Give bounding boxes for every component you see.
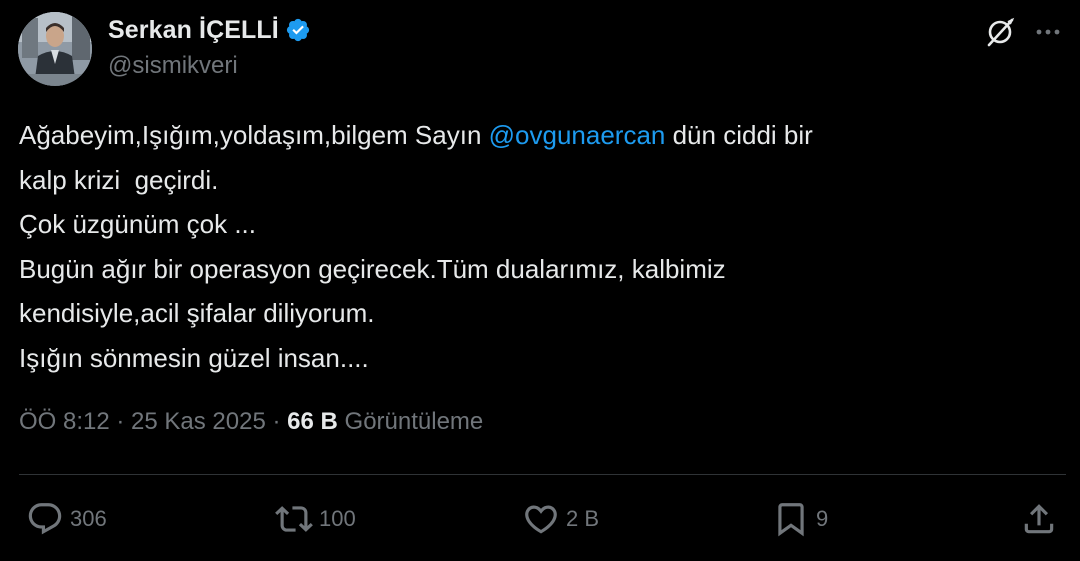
tweet-card: Serkan İÇELLİ @sismikveri Ağabeyim,Işığı… xyxy=(0,0,1080,561)
reply-button[interactable]: 306 xyxy=(26,500,107,538)
views-label: Görüntüleme xyxy=(337,408,484,435)
tweet-line-3: Çok üzgünüm çok ... xyxy=(19,209,256,239)
tweet-text-segment: dün ciddi bir xyxy=(665,120,813,150)
tweet-line-2: kalp krizi geçirdi. xyxy=(19,164,219,195)
post-date[interactable]: 25 Kas 2025 xyxy=(131,408,266,436)
mention-link[interactable]: @ovgunaercan xyxy=(489,120,666,150)
tweet-text: Ağabeyim,Işığım,yoldaşım,bilgem Sayın @o… xyxy=(19,113,1059,380)
tweet-line-4: Bugün ağır bir operasyon geçirecek.Tüm d… xyxy=(19,253,726,284)
heart-icon xyxy=(525,505,557,534)
tweet-line-5: kendisiyle,acil şifalar diliyorum. xyxy=(19,298,375,328)
like-button[interactable]: 2 B xyxy=(522,500,599,538)
verified-badge-icon[interactable] xyxy=(285,17,311,43)
reply-icon xyxy=(28,503,62,535)
tweet-text-segment: Ağabeyim,Işığım,yoldaşım,bilgem Sayın xyxy=(19,120,489,150)
views-count: 66 B xyxy=(287,408,338,435)
author-handle[interactable]: @sismikveri xyxy=(108,52,238,80)
author-display-name[interactable]: Serkan İÇELLİ xyxy=(108,16,279,45)
tweet-line-6: Işığın sönmesin güzel insan.... xyxy=(19,342,369,373)
avatar[interactable] xyxy=(18,12,92,86)
repost-icon xyxy=(275,506,313,532)
meta-separator: · xyxy=(109,408,132,435)
bookmark-count: 9 xyxy=(816,506,829,531)
like-count: 2 B xyxy=(566,506,600,531)
repost-button[interactable]: 100 xyxy=(275,500,356,538)
share-icon xyxy=(1024,504,1054,534)
tweet-line-1: Ağabeyim,Işığım,yoldaşım,bilgem Sayın @o… xyxy=(19,113,1059,158)
reply-count: 306 xyxy=(70,506,107,531)
post-time[interactable]: ÖÖ 8:12 xyxy=(19,408,110,436)
bookmark-icon xyxy=(778,503,804,537)
repost-count: 100 xyxy=(319,506,356,531)
author-name-row: Serkan İÇELLİ xyxy=(108,14,311,46)
divider xyxy=(19,474,1066,475)
share-button[interactable] xyxy=(1020,500,1058,538)
tweet-meta: ÖÖ 8:12 · 25 Kas 2025 · 66 B Görüntüleme xyxy=(19,408,483,436)
grok-icon[interactable] xyxy=(984,16,1016,48)
avatar-image xyxy=(18,12,92,86)
more-icon[interactable] xyxy=(1032,16,1064,48)
bookmark-button[interactable]: 9 xyxy=(772,500,828,538)
meta-separator: · xyxy=(265,408,288,435)
